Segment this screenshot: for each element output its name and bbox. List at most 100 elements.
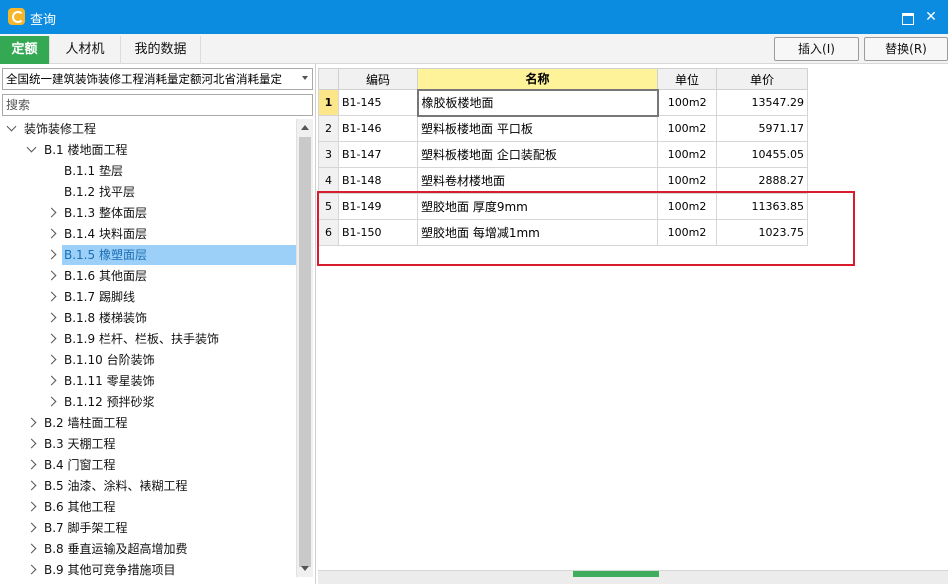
- table-row[interactable]: 3 B1-147 塑料板楼地面 企口装配板 100m2 10455.05: [318, 141, 808, 168]
- code-cell[interactable]: B1-146: [338, 115, 418, 142]
- unit-cell[interactable]: 100m2: [657, 115, 717, 142]
- chevron-right-icon[interactable]: [46, 396, 57, 407]
- row-number[interactable]: 4: [318, 167, 339, 194]
- name-cell[interactable]: 塑料板楼地面 企口装配板: [417, 141, 658, 168]
- tree-node[interactable]: B.1.12 预拌砂浆: [46, 392, 155, 412]
- tree-node[interactable]: B.3 天棚工程: [26, 434, 116, 454]
- tab-labor-material-machine[interactable]: 人材机: [50, 36, 121, 64]
- scroll-down-icon[interactable]: [301, 566, 309, 571]
- chevron-right-icon[interactable]: [46, 312, 57, 323]
- tree-node[interactable]: B.7 脚手架工程: [26, 518, 128, 538]
- replace-button[interactable]: 替换(R): [864, 37, 948, 61]
- window-titlebar: 查询 ✕: [0, 0, 948, 34]
- row-number[interactable]: 3: [318, 141, 339, 168]
- tree-node[interactable]: B.1.3 整体面层: [46, 203, 147, 223]
- tree-node[interactable]: B.1.9 栏杆、栏板、扶手装饰: [46, 329, 219, 349]
- tree-node[interactable]: B.1.2 找平层: [62, 182, 135, 202]
- row-number-header: [318, 68, 339, 90]
- chevron-down-icon[interactable]: [6, 121, 17, 132]
- tab-my-data[interactable]: 我的数据: [121, 36, 201, 64]
- row-number[interactable]: 2: [318, 115, 339, 142]
- maximize-icon[interactable]: [898, 8, 916, 26]
- unit-column-header[interactable]: 单位: [657, 68, 717, 90]
- tree-node-label: B.2 墙柱面工程: [44, 416, 128, 430]
- category-tree: 装饰装修工程 B.1 楼地面工程 B.1.1 垫层 B.1.2 找平层 B.1.3 整体…: [0, 119, 296, 577]
- tree-node[interactable]: B.1 楼地面工程: [26, 140, 128, 160]
- chevron-right-icon[interactable]: [46, 375, 57, 386]
- name-column-header[interactable]: 名称: [417, 68, 658, 90]
- tree-node-label: B.3 天棚工程: [44, 437, 116, 451]
- table-header-row: 编码 名称 单位 单价: [318, 68, 808, 90]
- tree-node[interactable]: B.1.1 垫层: [62, 161, 123, 181]
- tree-node[interactable]: B.6 其他工程: [26, 497, 116, 517]
- price-cell[interactable]: 2888.27: [716, 167, 808, 194]
- price-cell[interactable]: 10455.05: [716, 141, 808, 168]
- tree-scrollbar[interactable]: [296, 119, 313, 577]
- chevron-right-icon[interactable]: [26, 564, 37, 575]
- chevron-right-icon[interactable]: [26, 459, 37, 470]
- tree-node[interactable]: B.8 垂直运输及超高增加费: [26, 539, 188, 559]
- name-cell[interactable]: 塑料板楼地面 平口板: [417, 115, 658, 142]
- panel-splitter[interactable]: [318, 570, 948, 584]
- chevron-right-icon[interactable]: [46, 291, 57, 302]
- tree-node-label: B.1.4 块料面层: [64, 227, 147, 241]
- tree-node-label: B.1.6 其他面层: [64, 269, 147, 283]
- chevron-right-icon[interactable]: [46, 228, 57, 239]
- unit-cell[interactable]: 100m2: [657, 141, 717, 168]
- chevron-right-icon[interactable]: [26, 480, 37, 491]
- tree-node[interactable]: B.1.11 零星装饰: [46, 371, 155, 391]
- code-cell[interactable]: B1-145: [338, 89, 418, 116]
- chevron-right-icon[interactable]: [26, 522, 37, 533]
- tree-node[interactable]: 装饰装修工程: [6, 119, 96, 139]
- name-cell[interactable]: 橡胶板楼地面: [416, 88, 659, 117]
- tree-node[interactable]: B.1.6 其他面层: [46, 266, 147, 286]
- chevron-right-icon[interactable]: [26, 438, 37, 449]
- tree-node[interactable]: B.1.10 台阶装饰: [46, 350, 155, 370]
- table-row[interactable]: 1 B1-145 橡胶板楼地面 100m2 13547.29: [318, 88, 808, 117]
- chevron-right-icon[interactable]: [46, 333, 57, 344]
- scroll-thumb[interactable]: [299, 137, 311, 567]
- name-cell[interactable]: 塑料卷材楼地面: [417, 167, 658, 194]
- price-column-header[interactable]: 单价: [716, 68, 808, 90]
- tree-node[interactable]: B.1.5 橡塑面层: [46, 245, 296, 265]
- window-title: 查询: [30, 13, 57, 28]
- price-cell[interactable]: 5971.17: [716, 115, 808, 142]
- chevron-right-icon[interactable]: [26, 417, 37, 428]
- chevron-down-icon[interactable]: [302, 76, 308, 80]
- tree-node-label: B.9 其他可竞争措施项目: [44, 563, 176, 577]
- table-row[interactable]: 4 B1-148 塑料卷材楼地面 100m2 2888.27: [318, 167, 808, 194]
- tree-node[interactable]: B.1.7 踢脚线: [46, 287, 135, 307]
- tree-node[interactable]: B.9 其他可竞争措施项目: [26, 560, 176, 577]
- table-row[interactable]: 2 B1-146 塑料板楼地面 平口板 100m2 5971.17: [318, 115, 808, 142]
- search-input[interactable]: [2, 94, 313, 116]
- price-cell[interactable]: 13547.29: [716, 89, 808, 116]
- chevron-right-icon[interactable]: [46, 249, 57, 260]
- insert-button[interactable]: 插入(I): [774, 37, 859, 61]
- chevron-right-icon[interactable]: [26, 501, 37, 512]
- chevron-right-icon[interactable]: [26, 543, 37, 554]
- unit-cell[interactable]: 100m2: [657, 167, 717, 194]
- tree-node-label: B.1 楼地面工程: [44, 143, 128, 157]
- chevron-right-icon[interactable]: [46, 354, 57, 365]
- tree-node[interactable]: B.5 油漆、涂料、裱糊工程: [26, 476, 188, 496]
- close-icon[interactable]: ✕: [922, 8, 940, 26]
- chevron-right-icon[interactable]: [46, 270, 57, 281]
- code-cell[interactable]: B1-147: [338, 141, 418, 168]
- tree-node[interactable]: B.1.8 楼梯装饰: [46, 308, 147, 328]
- code-cell[interactable]: B1-148: [338, 167, 418, 194]
- chevron-down-icon[interactable]: [26, 142, 37, 153]
- highlight-box: [317, 191, 855, 266]
- tree-node[interactable]: B.1.4 块料面层: [46, 224, 147, 244]
- quota-library-select[interactable]: 全国统一建筑装饰装修工程消耗量定额河北省消耗量定: [2, 68, 313, 90]
- tab-quota[interactable]: 定额: [0, 36, 50, 64]
- code-column-header[interactable]: 编码: [338, 68, 418, 90]
- row-number[interactable]: 1: [318, 89, 339, 116]
- splitter-grip[interactable]: [573, 571, 659, 577]
- tree-node[interactable]: B.4 门窗工程: [26, 455, 116, 475]
- scroll-up-icon[interactable]: [301, 125, 309, 130]
- tree-node-label: B.1.2 找平层: [64, 185, 135, 199]
- tree-node-label: B.6 其他工程: [44, 500, 116, 514]
- unit-cell[interactable]: 100m2: [657, 89, 717, 116]
- tree-node[interactable]: B.2 墙柱面工程: [26, 413, 128, 433]
- chevron-right-icon[interactable]: [46, 207, 57, 218]
